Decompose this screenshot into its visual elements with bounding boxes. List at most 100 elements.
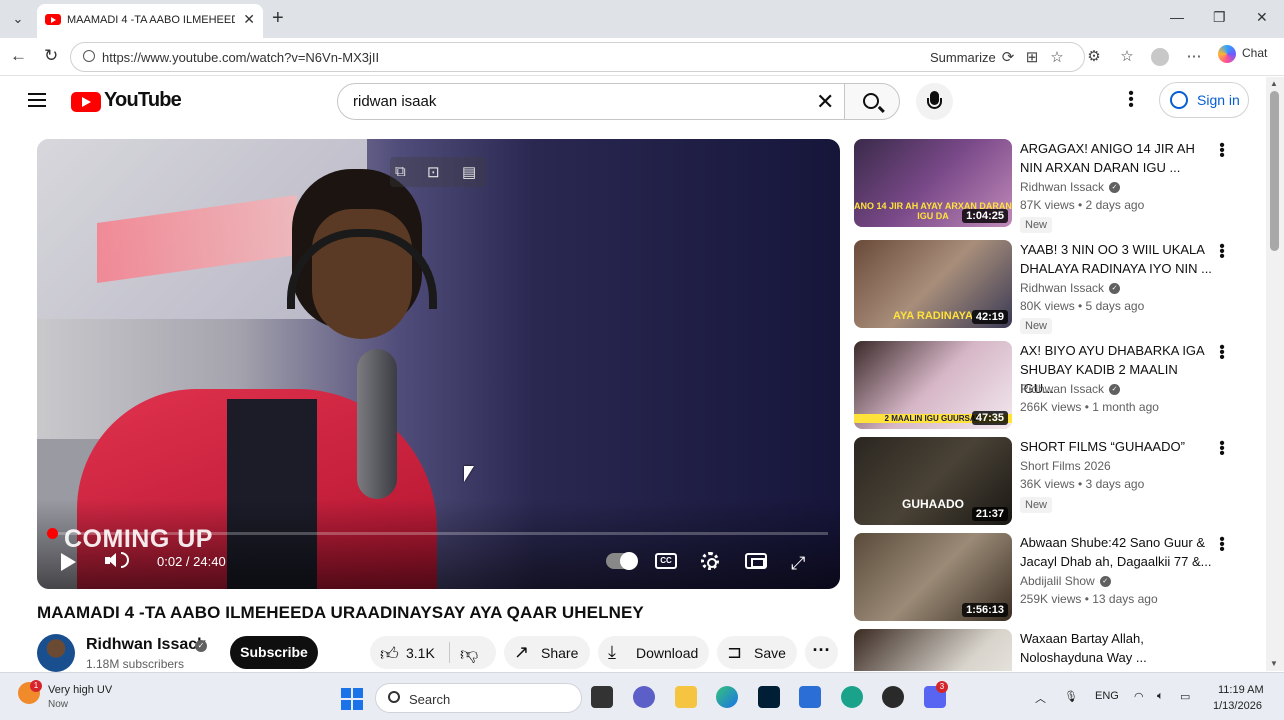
copilot-chat-button[interactable]: Chat [1218, 45, 1267, 63]
search-button[interactable] [844, 83, 900, 120]
progress-bar[interactable] [47, 528, 828, 539]
video-player[interactable]: ⧉ ⊡ ▤ COMING UP 0:02 / 24:40 CC ⤢ [37, 139, 840, 589]
photoshop-icon[interactable] [758, 686, 780, 708]
favorites-icon[interactable]: ☆ [1118, 48, 1136, 66]
dislike-thumb-icon[interactable]: 👎︎ [460, 643, 478, 665]
show-hidden-icons-icon[interactable]: ︿ [1035, 690, 1046, 706]
microphone-tray-icon[interactable]: 🎙︎ [1064, 690, 1078, 703]
task-view-icon[interactable] [591, 686, 613, 708]
search-input[interactable]: ridwan isaak ✕ [337, 83, 845, 120]
youtube-header: YouTube ridwan isaak ✕ • • • Sign in [0, 77, 1266, 127]
channel-avatar[interactable] [37, 634, 75, 672]
windows-start-icon[interactable] [341, 688, 363, 710]
progress-scrubber[interactable] [47, 528, 58, 539]
sign-in-button[interactable]: Sign in [1159, 82, 1249, 118]
kebab-menu-icon[interactable]: • • • [1219, 436, 1225, 462]
video-thumbnail[interactable] [854, 629, 1012, 671]
chat-label: Chat [1242, 46, 1268, 61]
video-thumbnail[interactable]: ANO 14 JIR AH AYAY ARXAN DARAN IGU DA 1:… [854, 139, 1012, 227]
youtube-wordmark[interactable]: YouTube [104, 89, 182, 112]
fullscreen-icon[interactable]: ⤢ [791, 553, 805, 574]
kebab-menu-icon[interactable]: • • • [1219, 239, 1225, 265]
scroll-down-icon[interactable]: ▼ [1270, 659, 1278, 668]
verified-check-icon: ✓ [1109, 283, 1121, 295]
minimize-icon[interactable]: — [1170, 9, 1184, 25]
app-available-icon[interactable]: ⊞ [1023, 49, 1041, 67]
channel-name[interactable]: Ridhwan Issack [86, 636, 206, 654]
site-info-icon[interactable] [83, 50, 95, 62]
settings-kebab-icon[interactable]: • • • [1128, 86, 1134, 114]
like-count[interactable]: 3.1K [406, 645, 435, 661]
clear-search-icon[interactable]: ✕ [816, 89, 834, 115]
summarize-button[interactable]: Summarize [930, 50, 996, 65]
edge-browser-icon[interactable] [716, 686, 738, 708]
pip-icon[interactable]: ⧉ [395, 163, 406, 180]
browser-tab-active[interactable]: MAAMADI 4 -TA AABO ILMEHEEDA URAADINAYSA… [37, 4, 263, 38]
tab-actions-menu-icon[interactable]: ⌄ [6, 8, 30, 30]
video-title: MAAMADI 4 -TA AABO ILMEHEEDA URAADINAYSA… [37, 603, 644, 622]
save-button[interactable]: ⊐ Save [717, 636, 797, 669]
close-window-icon[interactable]: ✕ [1256, 9, 1268, 26]
subtitles-cc-icon[interactable]: CC [655, 553, 677, 569]
video-thumbnail[interactable]: 2 MAALIN IGU GUURSAN 47:35 [854, 341, 1012, 429]
store-icon[interactable] [799, 686, 821, 708]
file-explorer-icon[interactable] [675, 686, 697, 708]
recommendation-item[interactable]: Waxaan Bartay Allah, Noloshayduna Way ..… [854, 629, 1214, 671]
video-thumbnail[interactable]: GUHAADO 21:37 [854, 437, 1012, 525]
autoplay-toggle[interactable] [606, 552, 638, 570]
more-menu-icon[interactable]: ⋯ [1185, 48, 1203, 66]
recommendation-meta: 259K views • 13 days ago [1020, 592, 1158, 606]
scroll-up-icon[interactable]: ▲ [1270, 79, 1278, 88]
clock-date[interactable]: 1/13/2026 [1213, 700, 1262, 712]
video-thumbnail[interactable]: 1:56:13 [854, 533, 1012, 621]
recommendation-item[interactable]: AYA RADINAYA 42:19 YAAB! 3 NIN OO 3 WIIL… [854, 239, 1225, 336]
restore-window-icon[interactable]: ❐ [1213, 9, 1226, 26]
volume-icon[interactable] [105, 553, 116, 567]
youtube-favicon-icon [45, 14, 61, 25]
recommendation-item[interactable]: 2 MAALIN IGU GUURSAN 47:35 AX! BIYO AYU … [854, 340, 1225, 437]
recommendation-item[interactable]: GUHAADO 21:37 SHORT FILMS “GUHAADO” Shor… [854, 436, 1225, 533]
download-button[interactable]: ⤓ Download [598, 636, 709, 669]
notes-icon[interactable]: ▤ [462, 163, 476, 181]
favorite-star-icon[interactable]: ☆ [1048, 49, 1066, 67]
voice-search-button[interactable] [916, 83, 953, 120]
recommendation-item[interactable]: 1:56:13 Abwaan Shube:42 Sano Guur & Jaca… [854, 532, 1225, 629]
visual-search-icon[interactable]: ⊡ [427, 163, 440, 181]
play-icon[interactable] [61, 553, 76, 571]
clock-time[interactable]: 11:19 AM [1218, 684, 1264, 696]
close-tab-icon[interactable]: ✕ [243, 11, 255, 28]
youtube-logo-icon[interactable] [71, 92, 101, 112]
hamburger-menu-icon[interactable] [28, 93, 46, 107]
taskbar-search[interactable]: Search [375, 683, 582, 713]
media-app-icon[interactable] [882, 686, 904, 708]
battery-icon[interactable]: ▭ [1180, 690, 1190, 703]
back-arrow-icon[interactable]: ← [10, 46, 27, 66]
maps-app-icon[interactable] [841, 686, 863, 708]
kebab-menu-icon[interactable]: • • • [1219, 340, 1225, 366]
kebab-menu-icon[interactable]: • • • [1219, 532, 1225, 558]
video-thumbnail[interactable]: AYA RADINAYA 42:19 [854, 240, 1012, 328]
weather-title[interactable]: Very high UV [48, 684, 112, 696]
browser-toolbar: ← ↻ https://www.youtube.com/watch?v=N6Vn… [0, 38, 1284, 76]
language-indicator[interactable]: ENG [1095, 690, 1119, 702]
address-bar[interactable]: https://www.youtube.com/watch?v=N6Vn-MX3… [70, 42, 1085, 72]
summarize-sparkle-icon[interactable]: ⟳ [999, 49, 1017, 67]
volume-tray-icon[interactable]: 🔈︎ [1157, 690, 1164, 703]
duration-badge: 1:56:13 [962, 603, 1008, 617]
theater-mode-icon[interactable] [745, 553, 767, 569]
scrollbar-thumb[interactable] [1270, 91, 1279, 251]
new-tab-plus-icon[interactable]: + [272, 7, 284, 30]
settings-gear-icon[interactable] [701, 552, 719, 570]
profile-avatar-icon[interactable] [1151, 48, 1169, 66]
more-actions-icon[interactable]: ··· [805, 636, 838, 669]
kebab-menu-icon[interactable]: • • • [1219, 138, 1225, 164]
recommendation-item[interactable]: ANO 14 JIR AH AYAY ARXAN DARAN IGU DA 1:… [854, 138, 1225, 235]
reload-icon[interactable]: ↻ [44, 46, 58, 66]
wifi-icon[interactable]: ◠ [1134, 690, 1144, 703]
like-thumb-icon[interactable]: 👍︎ [380, 643, 399, 665]
extensions-icon[interactable]: ⚙ [1085, 48, 1103, 66]
page-scrollbar[interactable]: ▲ ▼ [1266, 77, 1284, 671]
share-button[interactable]: ↗ Share [504, 636, 590, 669]
subscribe-button[interactable]: Subscribe [230, 636, 318, 669]
teams-icon[interactable] [633, 686, 655, 708]
